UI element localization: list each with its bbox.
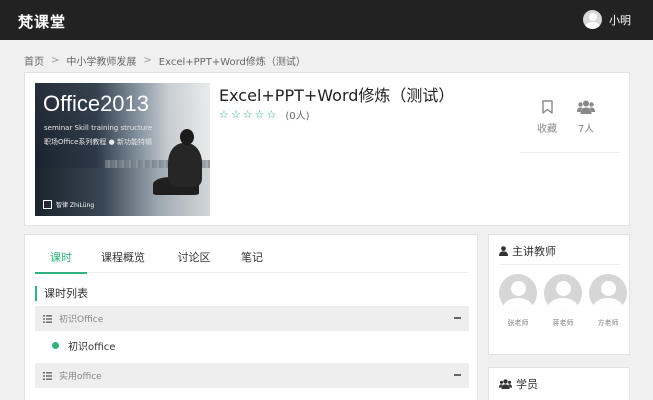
teacher-avatar[interactable] (589, 274, 627, 312)
students-title: 学员 (516, 378, 538, 391)
lesson-title[interactable]: 初识office (68, 338, 115, 353)
favorite-button[interactable]: 收藏 (532, 100, 562, 135)
brand-logo[interactable]: 梵课堂 (18, 11, 66, 32)
teachers-header: 主讲教师 (499, 243, 556, 259)
users-icon (499, 379, 512, 389)
cover-person-head (180, 129, 194, 145)
lesson-list-title: 课时列表 (35, 286, 88, 301)
teacher-avatar[interactable] (544, 274, 582, 312)
breadcrumb-home[interactable]: 首页 (24, 53, 44, 68)
minus-icon[interactable] (454, 374, 461, 376)
breadcrumb-separator-icon: > (51, 55, 60, 66)
students-card: 学员 (488, 367, 630, 400)
tab-lessons[interactable]: 课时 (35, 247, 87, 274)
teacher-name[interactable]: 方老师 (588, 318, 628, 328)
tab-discussion[interactable]: 讨论区 (159, 247, 229, 273)
chapter-header[interactable]: 实用office (35, 363, 469, 388)
course-title: Excel+PPT+Word修炼（测试） (219, 86, 455, 105)
bookmark-icon (541, 100, 553, 114)
user-avatar[interactable] (583, 10, 602, 29)
breadcrumb-separator-icon: > (143, 55, 152, 66)
teachers-title: 主讲教师 (512, 245, 556, 258)
students-header: 学员 (499, 376, 538, 392)
teacher-item[interactable]: 蒋老师 (543, 274, 583, 328)
breadcrumb-category[interactable]: 中小学教师发展 (66, 53, 136, 68)
favorite-label: 收藏 (537, 124, 557, 135)
tab-overview[interactable]: 课程概览 (87, 247, 159, 273)
course-cover-image: Office2013 seminar Skill training struct… (35, 83, 210, 216)
teacher-name[interactable]: 张老师 (498, 318, 538, 328)
breadcrumb-current: Excel+PPT+Word修炼（测试） (158, 57, 306, 68)
course-tabs: 课时 课程概览 讨论区 笔记 (35, 247, 469, 274)
student-count: 7人 (571, 100, 601, 135)
chapter-title: 初识Office (59, 315, 104, 325)
course-rating: ☆ ☆ ☆ ☆ ☆ (0人) (219, 107, 310, 122)
teacher-name[interactable]: 蒋老师 (543, 318, 583, 328)
cover-logo-icon (43, 200, 52, 209)
list-icon (43, 314, 52, 323)
student-count-label: 7人 (577, 124, 595, 135)
course-header-card: Office2013 seminar Skill training struct… (24, 72, 630, 226)
teacher-list: 张老师 蒋老师 方老师 (498, 274, 628, 332)
star-icon: ☆ (230, 108, 241, 121)
teacher-item[interactable]: 张老师 (498, 274, 538, 328)
cover-brand-text: 智律 ZhiLüng (56, 202, 95, 209)
user-icon (499, 246, 508, 256)
rating-count: (0人) (285, 111, 310, 122)
cover-person-body (168, 143, 202, 187)
user-name[interactable]: 小明 (609, 12, 631, 28)
user-menu[interactable]: 小明 (583, 10, 631, 29)
cover-subtitle: seminar Skill training structure (44, 124, 153, 132)
top-navbar: 梵课堂 小明 (0, 0, 653, 40)
chapter-title: 实用office (59, 372, 102, 382)
tab-notes[interactable]: 笔记 (229, 247, 275, 273)
star-icon: ☆ (219, 108, 229, 121)
teacher-avatar[interactable] (499, 274, 537, 312)
cover-title: Office2013 (43, 91, 150, 116)
cover-brand: 智律 ZhiLüng (43, 200, 94, 209)
list-icon (43, 371, 52, 380)
cover-tagline: 职场Office系列教程 ● 新功能特辑 (44, 138, 152, 146)
teachers-card: 主讲教师 张老师 蒋老师 方老师 (488, 234, 630, 355)
minus-icon[interactable] (454, 317, 461, 319)
breadcrumb: 首页 > 中小学教师发展 > Excel+PPT+Word修炼（测试） (24, 53, 306, 68)
star-icon: ☆ (254, 108, 265, 121)
stat-divider (520, 152, 620, 153)
chapter-header[interactable]: 初识Office (35, 306, 469, 331)
teacher-item[interactable]: 方老师 (588, 274, 628, 328)
course-content-card: 课时 课程概览 讨论区 笔记 课时列表 初识Office 初识office 实用… (24, 234, 478, 400)
star-icon: ☆ (242, 108, 253, 121)
star-icon: ☆ (266, 108, 277, 121)
users-icon (577, 100, 595, 114)
lesson-status-dot-icon (52, 342, 59, 349)
lesson-item[interactable]: 初识office (35, 338, 115, 353)
divider (499, 264, 621, 265)
